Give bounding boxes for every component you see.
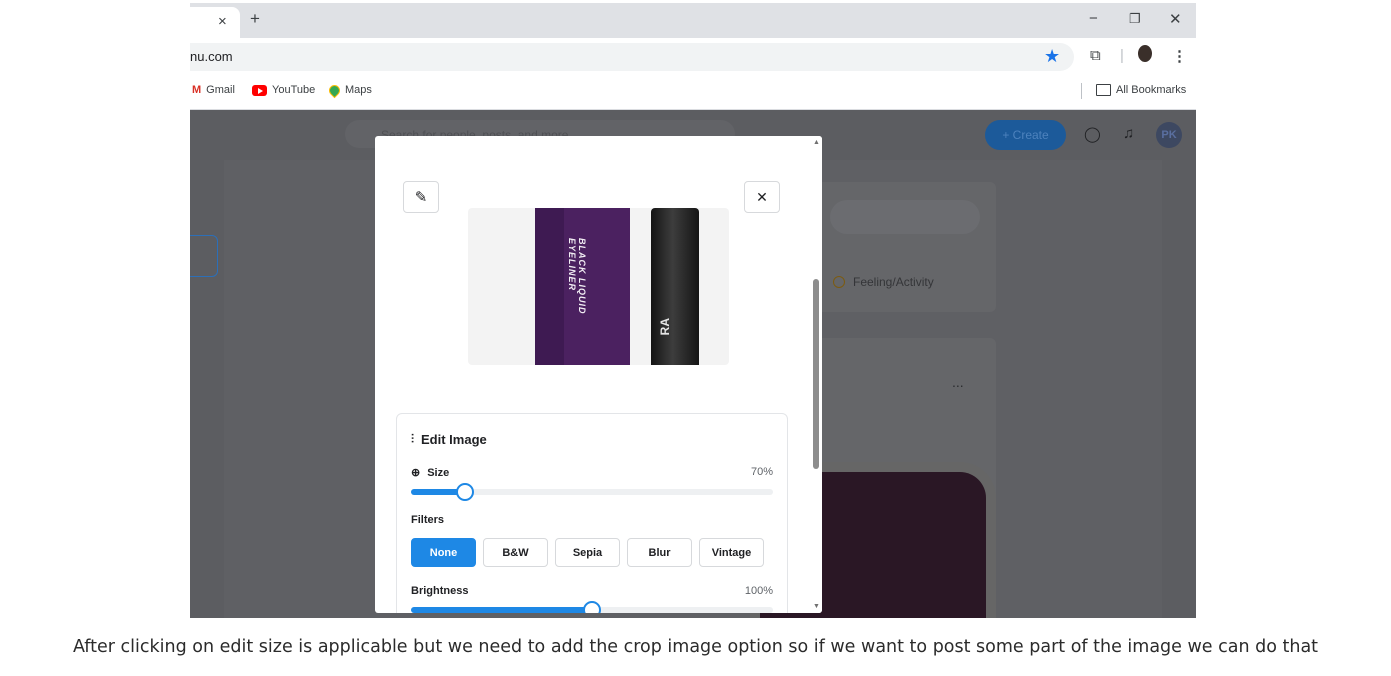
feeling-label: Feeling/Activity [853, 275, 934, 289]
minimize-icon[interactable]: − [1089, 10, 1098, 27]
chat-icon[interactable]: ◯ [1084, 125, 1101, 143]
filter-blur-button[interactable]: Blur [627, 538, 692, 567]
filter-bw-button[interactable]: B&W [483, 538, 548, 567]
box-side [535, 208, 564, 365]
maps-icon [326, 82, 343, 98]
brightness-value: 100% [744, 585, 773, 597]
feeling-activity-button[interactable]: Feeling/Activity [833, 275, 934, 289]
filter-none-button[interactable]: None [411, 538, 476, 567]
size-slider[interactable] [411, 483, 773, 501]
box-label: BLACK LIQUID EYELINER [567, 238, 587, 315]
brightness-label: Brightness [411, 585, 469, 597]
menu-kebab-icon[interactable]: ⋮ [1172, 47, 1187, 65]
edit-panel: ⫶ Edit Image ⊕ Size 70% Filters None B&W… [396, 413, 788, 613]
filter-group: None B&W Sepia Blur Vintage [411, 538, 764, 567]
size-label-text: Size [427, 466, 450, 479]
size-slider-knob[interactable] [456, 483, 475, 501]
edit-title-text: Edit Image [421, 432, 487, 447]
new-tab-button[interactable]: + [250, 9, 260, 29]
sidebar-card [190, 235, 218, 277]
folder-icon [1096, 84, 1111, 96]
smile-icon [833, 276, 845, 288]
bookmark-maps[interactable]: Maps [326, 82, 372, 98]
product-pen [651, 208, 699, 365]
modal-scrollbar[interactable]: ▲ ▼ [810, 136, 822, 613]
screenshot: × + − ❐ ✕ nu.com ★ ⧉ | ⋮ M Gmail YouTube… [190, 3, 1196, 618]
bookmarks-divider [1081, 83, 1082, 99]
filter-sepia-button[interactable]: Sepia [555, 538, 620, 567]
avatar[interactable]: PK [1156, 122, 1182, 148]
sliders-icon: ⫶ [411, 432, 415, 446]
tab-close-icon[interactable]: × [218, 13, 227, 30]
bookmark-label: Gmail [206, 84, 235, 96]
filters-label: Filters [411, 514, 445, 526]
restore-icon[interactable]: ❐ [1129, 11, 1141, 27]
bookmark-gmail[interactable]: M Gmail [192, 84, 235, 96]
close-window-icon[interactable]: ✕ [1169, 10, 1182, 28]
image-preview: BLACK LIQUID EYELINER RA [468, 208, 729, 365]
edit-image-modal: ✎ ✕ BLACK LIQUID EYELINER RA ⫶ Edit Imag… [375, 136, 822, 613]
youtube-icon [252, 84, 267, 96]
size-value: 70% [750, 466, 773, 478]
browser-toolbar: nu.com ★ ⧉ | ⋮ [190, 38, 1196, 74]
brightness-slider-fill [411, 607, 592, 613]
gmail-icon: M [192, 83, 202, 96]
bookmarks-bar: M Gmail YouTube Maps All Bookmarks [190, 74, 1196, 110]
composer-input[interactable] [830, 200, 980, 234]
extensions-icon[interactable]: ⧉ [1090, 47, 1101, 64]
brightness-slider[interactable] [411, 601, 773, 613]
profile-icon[interactable] [1138, 45, 1152, 62]
edit-title: ⫶ Edit Image [411, 432, 487, 447]
active-tab[interactable]: × [190, 7, 240, 38]
zoom-icon: ⊕ [411, 467, 421, 479]
address-bar[interactable]: nu.com ★ [190, 43, 1074, 71]
bookmark-label: YouTube [272, 84, 316, 96]
all-bookmarks[interactable]: All Bookmarks [1096, 84, 1186, 96]
toolbar-divider: | [1120, 47, 1124, 64]
bookmark-star-icon[interactable]: ★ [1044, 46, 1060, 67]
close-icon: ✕ [756, 188, 768, 205]
scroll-down-icon[interactable]: ▼ [813, 603, 820, 610]
all-bookmarks-label: All Bookmarks [1116, 84, 1187, 96]
create-button[interactable]: + Create [985, 120, 1066, 150]
pen-icon: ✎ [414, 189, 428, 206]
filter-vintage-button[interactable]: Vintage [699, 538, 764, 567]
scrollbar-thumb[interactable] [813, 279, 819, 469]
caption: After clicking on edit size is applicabl… [72, 637, 1319, 657]
url-text: nu.com [190, 49, 233, 64]
product-box: BLACK LIQUID EYELINER [535, 208, 630, 365]
size-label: ⊕ Size [411, 466, 450, 480]
more-options-icon[interactable]: ... [952, 374, 964, 390]
close-modal-button[interactable]: ✕ [744, 181, 780, 213]
bookmark-youtube[interactable]: YouTube [252, 84, 315, 96]
tab-strip: × + − ❐ ✕ [190, 3, 1196, 38]
brightness-slider-knob[interactable] [583, 601, 601, 613]
scroll-up-icon[interactable]: ▲ [813, 139, 820, 146]
edit-pen-button[interactable]: ✎ [403, 181, 439, 213]
bell-icon[interactable]: ♫ [1123, 125, 1134, 142]
bookmark-label: Maps [345, 84, 372, 96]
pen-label: RA [658, 318, 672, 336]
